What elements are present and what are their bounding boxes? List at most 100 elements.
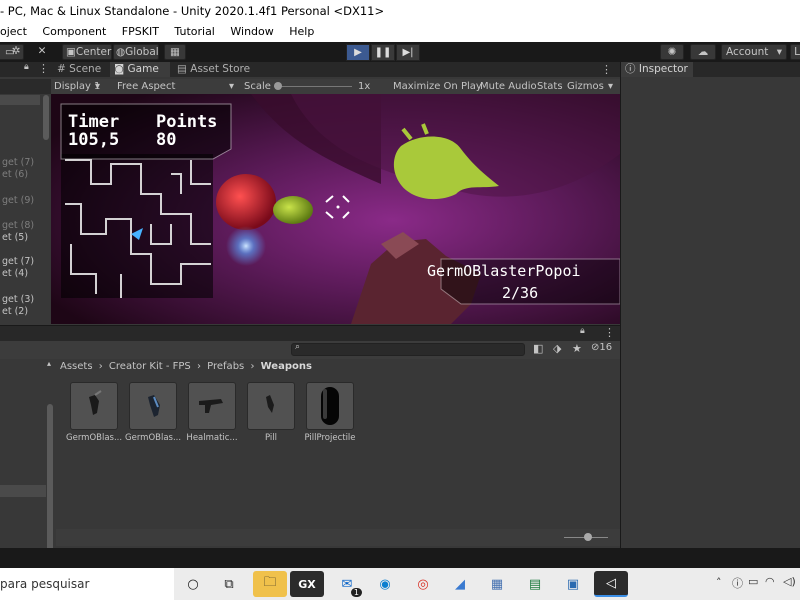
mute-audio-toggle[interactable]: Mute Audio	[480, 79, 537, 94]
hierarchy-item[interactable]: et (2)	[2, 306, 28, 317]
display-dropdown[interactable]: Display 1	[54, 79, 100, 94]
store-icon: ▤	[177, 63, 187, 75]
hierarchy-item[interactable]: get (3)	[2, 294, 34, 305]
wifi-icon[interactable]: ◠	[765, 575, 775, 588]
pivot-center-button[interactable]: ▣Center	[62, 44, 112, 60]
tab-scene[interactable]: # Scene	[53, 62, 105, 77]
asset-label[interactable]: Healmatic...	[184, 433, 240, 443]
scale-slider[interactable]	[274, 86, 352, 87]
status-bar	[0, 548, 800, 568]
hierarchy-selected-row[interactable]	[0, 95, 40, 105]
hierarchy-panel: 🔒︎ ⋮ get (7) et (6) get (9) get (8) et (…	[0, 62, 51, 325]
hierarchy-item[interactable]: get (9)	[2, 195, 34, 206]
asset-thumbnail[interactable]	[247, 382, 295, 430]
folder-tree-scrollbar[interactable]	[47, 404, 53, 554]
asset-thumbnail[interactable]	[306, 382, 354, 430]
menu-dots-icon[interactable]: ⋮	[604, 326, 615, 339]
tab-game[interactable]: ◙ Game	[110, 62, 170, 77]
asset-thumbnail[interactable]	[188, 382, 236, 430]
tab-asset-store[interactable]: ▤ Asset Store	[173, 62, 254, 77]
unity-icon[interactable]: ◁	[594, 571, 628, 597]
hierarchy-item[interactable]: et (4)	[2, 268, 28, 279]
scale-slider-handle[interactable]	[274, 82, 282, 90]
scale-label: Scale	[244, 81, 271, 92]
asset-thumbnail[interactable]	[70, 382, 118, 430]
asset-label[interactable]: GermOBlas...	[66, 433, 122, 443]
asset-label[interactable]: GermOBlas...	[125, 433, 181, 443]
menu-item-tutorial[interactable]: Tutorial	[174, 25, 214, 38]
hierarchy-item[interactable]: et (5)	[2, 232, 28, 243]
app-icon[interactable]: ◢	[443, 571, 477, 597]
aspect-dropdown[interactable]: Free Aspect	[117, 79, 175, 94]
pill-icon	[266, 395, 274, 413]
breadcrumb-item[interactable]: Prefabs	[207, 361, 244, 372]
snap-grid-button[interactable]: ▦	[164, 44, 186, 60]
cloud-icon[interactable]: ☁	[690, 44, 716, 60]
hierarchy-search[interactable]	[0, 79, 51, 94]
project-toolbar: ⌕ ◧ ⬗ ★ ⊘16	[0, 341, 620, 359]
chevron-down-icon: ▾	[776, 46, 782, 58]
menu-dots-icon[interactable]: ⋮	[601, 62, 612, 77]
play-button[interactable]: ▶	[346, 44, 370, 61]
pause-button[interactable]: ❚❚	[371, 44, 395, 61]
hierarchy-item[interactable]: get (8)	[2, 220, 34, 231]
game-view[interactable]: Timer 105,5 Points 80 GermOBlasterPopoi …	[51, 94, 620, 324]
game-tabstrip: # Scene ◙ Game ▤ Asset Store ⋮	[51, 62, 620, 77]
asset-thumbnail[interactable]	[129, 382, 177, 430]
breadcrumb-current[interactable]: Weapons	[261, 361, 312, 372]
menu-item-component[interactable]: Component	[42, 25, 106, 38]
lock-icon[interactable]: 🔒︎	[580, 326, 585, 336]
layout-dropdown[interactable]: L	[790, 44, 800, 60]
global-toggle-button[interactable]: ◍Global	[113, 44, 159, 60]
spreadsheet-icon[interactable]: ▤	[518, 571, 552, 597]
stats-toggle[interactable]: Stats	[537, 79, 563, 94]
label-icon[interactable]: ⬗	[553, 342, 561, 355]
menu-item-help[interactable]: Help	[289, 25, 314, 38]
hidden-count[interactable]: ⊘16	[591, 342, 612, 353]
chevron-up-icon[interactable]: ▴	[47, 359, 51, 368]
breadcrumb-item[interactable]: Assets	[60, 361, 93, 372]
taskbar-search-box[interactable]: para pesquisar	[0, 568, 174, 600]
custom-tool-icon[interactable]: ✕	[32, 44, 52, 60]
menu-item-window[interactable]: Window	[230, 25, 273, 38]
step-button[interactable]: ▶|	[396, 44, 420, 61]
hierarchy-item[interactable]: get (7)	[2, 157, 34, 168]
opera-gx-icon[interactable]: GX	[290, 571, 324, 597]
cortana-icon[interactable]: ○	[176, 571, 210, 597]
tab-inspector[interactable]: ⓘ Inspector	[621, 62, 693, 77]
battery-icon[interactable]: ▭	[748, 575, 758, 588]
tray-chevron-up-icon[interactable]: ˄	[716, 576, 722, 589]
hierarchy-item[interactable]: get (7)	[2, 256, 34, 267]
calculator-icon[interactable]: ▦	[480, 571, 514, 597]
maximize-on-play-toggle[interactable]: Maximize On Play	[393, 79, 482, 94]
breadcrumb: Assets › Creator Kit - FPS › Prefabs › W…	[60, 359, 312, 375]
icon-size-slider-handle[interactable]	[584, 533, 592, 541]
task-view-icon[interactable]: ⧉	[212, 571, 246, 597]
mail-icon[interactable]: ✉ 1	[330, 571, 364, 597]
gizmos-toggle[interactable]: Gizmos	[567, 79, 604, 94]
edge-icon[interactable]: ◉	[368, 571, 402, 597]
scene-icon: #	[57, 63, 66, 75]
menu-dots-icon[interactable]: ⋮	[38, 62, 49, 75]
collab-icon[interactable]: ✺	[660, 44, 684, 60]
chrome-icon[interactable]: ◎	[406, 571, 440, 597]
favorite-star-icon[interactable]: ★	[572, 342, 582, 355]
app-window-icon[interactable]: ▣	[556, 571, 590, 597]
menu-item-fpskit[interactable]: FPSKIT	[122, 25, 159, 38]
lock-icon[interactable]: 🔒︎	[24, 62, 29, 72]
asset-label[interactable]: Pill	[243, 433, 299, 443]
help-icon[interactable]: ⓘ	[732, 575, 743, 591]
asset-label[interactable]: PillProjectile	[302, 433, 358, 443]
account-dropdown[interactable]: Account ▾	[721, 44, 787, 60]
file-explorer-icon[interactable]: 🗀︎	[253, 571, 287, 597]
volume-icon[interactable]: ◁)	[783, 575, 796, 588]
transform-tool-icon[interactable]: ✲	[6, 44, 26, 60]
breadcrumb-item[interactable]: Creator Kit - FPS	[109, 361, 191, 372]
menu-item-project[interactable]: oject	[0, 25, 27, 38]
folder-tree-selected-row[interactable]	[0, 485, 46, 497]
hierarchy-scrollbar[interactable]	[43, 95, 49, 140]
hierarchy-item[interactable]: et (6)	[2, 169, 28, 180]
search-input[interactable]: ⌕	[291, 342, 525, 356]
chevron-right-icon: ›	[250, 361, 255, 372]
filter-type-icon[interactable]: ◧	[533, 342, 543, 355]
